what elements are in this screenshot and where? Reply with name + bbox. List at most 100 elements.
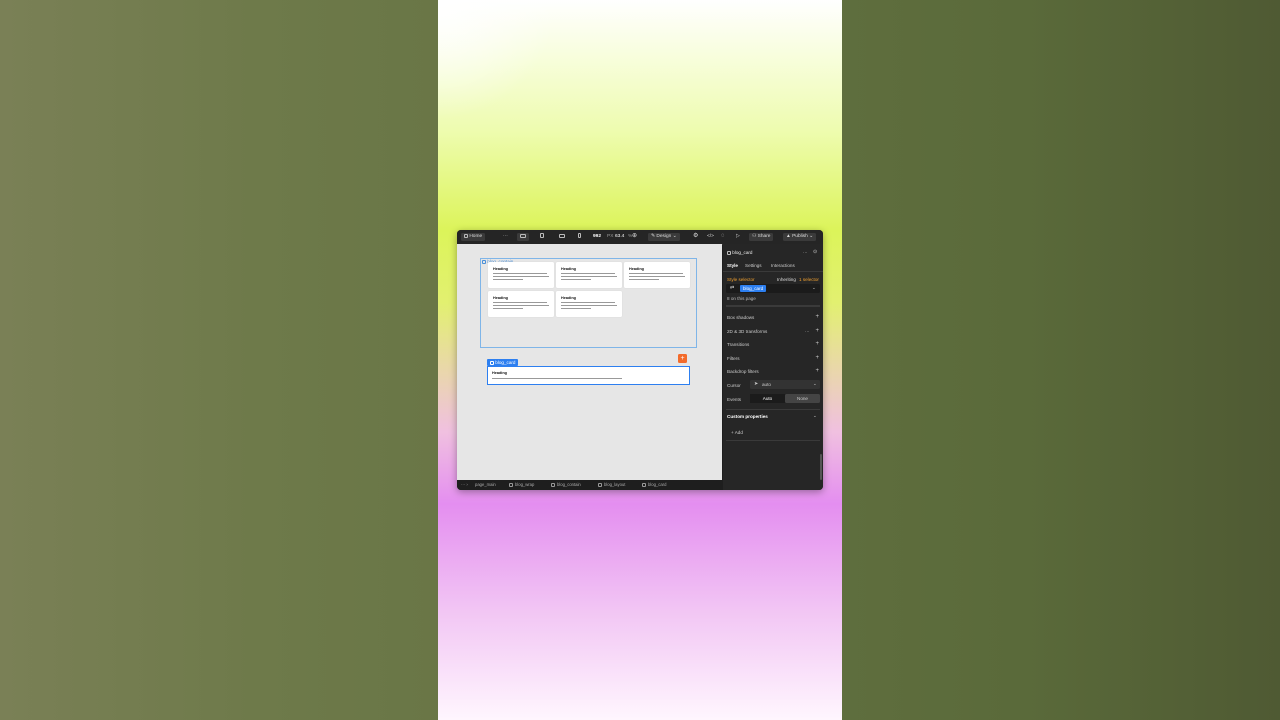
- div-block-icon: [642, 482, 646, 487]
- style-panel: blog_card ··· ⊙ Style Settings Interacti…: [723, 244, 823, 490]
- section-divider: [726, 305, 820, 307]
- zoom-value[interactable]: 63.4: [615, 233, 624, 241]
- breadcrumb-label: page_main: [475, 482, 496, 487]
- zoom-icon[interactable]: ⊕: [632, 232, 637, 240]
- design-canvas[interactable]: blog_contain Heading Heading Heading Hea…: [457, 244, 722, 480]
- events-auto-option[interactable]: Auto: [750, 394, 785, 403]
- breadcrumb-item[interactable]: blog_card: [642, 482, 666, 488]
- selected-tag-label: blog_card: [495, 360, 516, 365]
- div-block-icon: [490, 360, 494, 365]
- cursor-select[interactable]: ➤ auto ⌄: [750, 380, 820, 389]
- breadcrumb-item[interactable]: blog_wrap: [509, 482, 534, 488]
- text-line: [492, 378, 622, 379]
- blog-card[interactable]: Heading: [556, 262, 622, 288]
- blog-card[interactable]: Heading: [488, 262, 554, 288]
- text-line: [493, 308, 523, 309]
- add-custom-property-button[interactable]: + Add: [731, 430, 743, 435]
- breadcrumb-label: blog_contain: [557, 482, 581, 487]
- breadcrumb-item[interactable]: page_main: [475, 482, 496, 488]
- selector-chip[interactable]: blog_card: [740, 285, 767, 292]
- add-box-shadow-icon[interactable]: +: [815, 314, 819, 320]
- text-line: [561, 276, 617, 277]
- selector-field[interactable]: ⇄ blog_card ⌄: [726, 284, 820, 293]
- tab-style[interactable]: Style: [727, 263, 738, 268]
- mobile-landscape-button[interactable]: [559, 233, 565, 241]
- text-line: [493, 302, 547, 303]
- text-line: [493, 273, 547, 274]
- text-line: [561, 305, 617, 306]
- custom-properties-title: Custom properties: [727, 414, 768, 419]
- publish-button[interactable]: ▲ Publish ⌄: [783, 233, 817, 241]
- blog-card[interactable]: Heading: [624, 262, 690, 288]
- pencil-icon: ✎: [651, 234, 656, 239]
- section-divider: [726, 440, 820, 441]
- inheriting-count[interactable]: 1 selector: [799, 277, 819, 282]
- card-heading: Heading: [493, 267, 508, 271]
- selected-element-tag[interactable]: blog_card: [487, 359, 519, 366]
- breadcrumb-more[interactable]: ··· ›: [461, 482, 468, 488]
- page-selector[interactable]: Home: [461, 233, 486, 241]
- blog-card[interactable]: Heading: [556, 291, 622, 317]
- tablet-icon: [540, 233, 544, 239]
- share-button[interactable]: ⚇ Share: [749, 233, 774, 241]
- card-heading: Heading: [561, 296, 576, 300]
- text-line: [629, 279, 659, 280]
- settings-icon[interactable]: ⚙: [693, 232, 698, 240]
- add-element-icon[interactable]: +: [678, 354, 687, 363]
- text-line: [629, 276, 685, 277]
- component-icon[interactable]: ⊙: [813, 249, 817, 255]
- desktop-icon: [520, 233, 526, 238]
- breadcrumb-label: blog_card: [648, 482, 667, 487]
- panel-scrollbar[interactable]: [820, 454, 822, 480]
- chevron-down-icon[interactable]: ⌄: [812, 285, 816, 291]
- div-block-icon: [598, 482, 602, 487]
- add-label: Add: [734, 430, 743, 435]
- inheriting-label: Inheriting: [777, 277, 796, 282]
- blog-card[interactable]: Heading: [488, 291, 554, 317]
- plus-icon: +: [731, 430, 734, 435]
- section-icon: [509, 482, 513, 487]
- comments-icon[interactable]: ◌: [721, 232, 725, 240]
- top-toolbar: Home ··· 992 PX 63.4 % ⊕ ✎ Design ⌄ ⚙ </…: [457, 230, 823, 245]
- add-filter-icon[interactable]: +: [815, 355, 819, 361]
- more-icon[interactable]: ···: [803, 250, 808, 255]
- tab-settings[interactable]: Settings: [745, 263, 762, 268]
- mobile-portrait-icon: [578, 233, 581, 239]
- breadcrumb-item[interactable]: blog_contain: [551, 482, 581, 488]
- add-backdrop-filter-icon[interactable]: +: [815, 368, 819, 374]
- mode-label: Design: [656, 234, 672, 239]
- selected-blog-card[interactable]: Heading: [487, 366, 690, 385]
- transforms-label: 2D & 3D transforms: [727, 329, 768, 334]
- page-name: Home: [469, 234, 483, 239]
- preview-icon[interactable]: ▷: [736, 233, 740, 241]
- cursor-icon: ➤: [754, 381, 759, 387]
- add-transform-icon[interactable]: +: [815, 328, 819, 334]
- user-icon: ⚇: [752, 234, 757, 239]
- breadcrumb-item[interactable]: blog_layout: [598, 482, 625, 488]
- mode-dropdown[interactable]: ✎ Design ⌄: [648, 233, 680, 241]
- section-divider: [726, 409, 820, 410]
- more-icon[interactable]: ···: [805, 329, 810, 334]
- add-transition-icon[interactable]: +: [815, 341, 819, 347]
- events-none-option[interactable]: None: [785, 394, 820, 403]
- text-line: [561, 273, 615, 274]
- card-heading: Heading: [629, 267, 644, 271]
- chevron-down-icon[interactable]: ⌄: [813, 413, 817, 419]
- selector-icon: ⇄: [730, 285, 735, 291]
- mobile-portrait-button[interactable]: [578, 233, 581, 241]
- share-label: Share: [757, 234, 771, 239]
- desktop-breakpoint-button[interactable]: [517, 233, 529, 241]
- breadcrumb: ··· › page_main blog_wrap blog_contain b…: [457, 480, 722, 490]
- text-line: [629, 273, 683, 274]
- breadcrumb-label: blog_wrap: [515, 482, 535, 487]
- tablet-breakpoint-button[interactable]: [540, 233, 544, 241]
- more-menu[interactable]: ···: [503, 233, 508, 241]
- transitions-label: Transitions: [727, 342, 750, 347]
- canvas-width-value[interactable]: 992: [593, 233, 601, 241]
- text-line: [561, 279, 591, 280]
- div-block-icon: [727, 250, 731, 255]
- on-page-count: 8 on this page: [727, 296, 756, 301]
- tab-interactions[interactable]: Interactions: [771, 263, 795, 268]
- box-shadows-label: Box shadows: [727, 315, 755, 320]
- code-icon[interactable]: </>: [707, 233, 714, 241]
